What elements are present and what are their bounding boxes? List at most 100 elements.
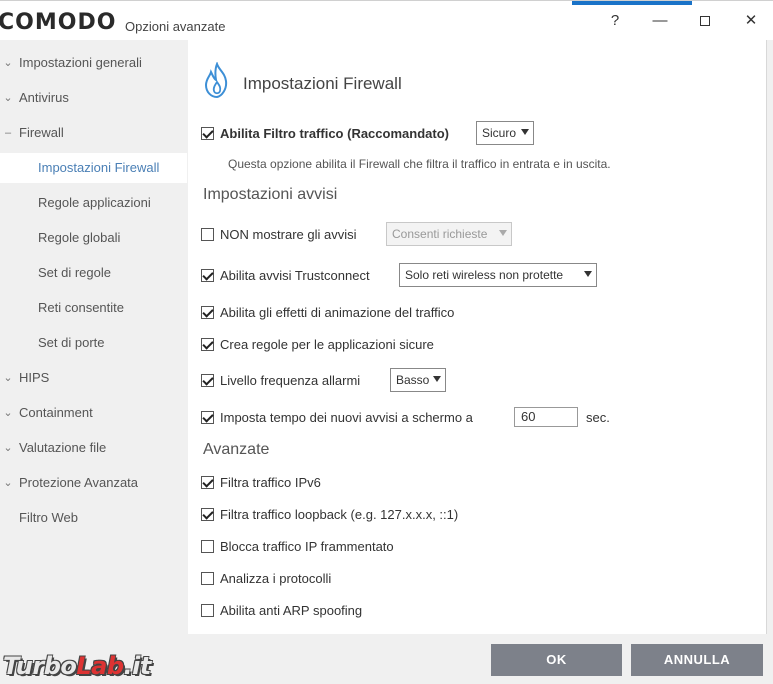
trustconnect-checkbox[interactable] xyxy=(201,268,214,282)
no-alerts-select: Consenti richieste xyxy=(386,222,512,246)
ipv6-checkbox[interactable] xyxy=(201,475,214,489)
fragmented-label: Blocca traffico IP frammentato xyxy=(220,538,394,554)
sidebar-item-valutazione-file[interactable]: ⌄ Valutazione file xyxy=(0,433,187,463)
watermark-text-a: Turbo xyxy=(3,652,77,680)
chevron-down-icon: ⌄ xyxy=(3,477,13,489)
cancel-button[interactable]: ANNULLA xyxy=(631,644,763,676)
no-alerts-row: NON mostrare gli avvisi xyxy=(201,223,357,245)
sidebar-item-label: Filtro Web xyxy=(19,510,78,525)
title-bar: COMODO Opzioni avanzate ? — ✕ xyxy=(0,0,773,40)
chevron-down-icon: ⌄ xyxy=(3,407,13,419)
alert-frequency-select[interactable]: Basso xyxy=(390,368,446,392)
chevron-down-icon: ⌄ xyxy=(3,57,13,69)
protocols-row: Analizza i protocolli xyxy=(201,567,331,589)
sidebar-item-firewall[interactable]: – Firewall xyxy=(0,118,187,148)
window-title: Opzioni avanzate xyxy=(125,19,226,34)
alert-timeout-row: Imposta tempo dei nuovi avvisi a schermo… xyxy=(201,406,473,428)
sidebar-item-regole-globali[interactable]: Regole globali xyxy=(0,223,187,253)
collapse-icon: – xyxy=(4,127,12,139)
arp-label: Abilita anti ARP spoofing xyxy=(220,602,363,618)
protocols-label: Analizza i protocolli xyxy=(220,570,332,586)
sidebar-item-label: Protezione Avanzata xyxy=(19,475,139,490)
chevron-down-icon xyxy=(499,230,507,236)
traffic-filter-row: Abilita Filtro traffico (Raccomandato) xyxy=(201,122,449,144)
sidebar-item-hips[interactable]: ⌄ HIPS xyxy=(0,363,187,393)
help-button[interactable]: ? xyxy=(600,9,630,33)
fragmented-row: Blocca traffico IP frammentato xyxy=(201,535,394,557)
ipv6-row: Filtra traffico IPv6 xyxy=(201,471,321,493)
protocols-checkbox[interactable] xyxy=(201,571,214,585)
alert-timeout-input[interactable]: 60 xyxy=(514,407,578,427)
select-value: Consenti richieste xyxy=(392,227,488,241)
section-title-alerts: Impostazioni avvisi xyxy=(203,186,338,203)
watermark-text-c: .it xyxy=(123,652,152,680)
arp-row: Abilita anti ARP spoofing xyxy=(201,599,362,621)
sidebar-item-impostazioni-firewall[interactable]: Impostazioni Firewall xyxy=(0,153,187,183)
traffic-filter-label: Abilita Filtro traffico (Raccomandato) xyxy=(220,125,449,141)
maximize-button[interactable] xyxy=(690,9,720,33)
chevron-down-icon xyxy=(521,129,529,135)
trustconnect-label: Abilita avvisi Trustconnect xyxy=(220,267,370,283)
maximize-icon xyxy=(700,16,710,27)
minimize-button[interactable]: — xyxy=(645,9,675,33)
sidebar-item-set-di-porte[interactable]: Set di porte xyxy=(0,328,187,358)
sidebar-item-reti-consentite[interactable]: Reti consentite xyxy=(0,293,187,323)
chevron-down-icon xyxy=(433,376,441,382)
sidebar-item-label: Containment xyxy=(19,405,93,420)
no-alerts-label: NON mostrare gli avvisi xyxy=(220,226,357,242)
loopback-row: Filtra traffico loopback (e.g. 127.x.x.x… xyxy=(201,503,458,525)
chevron-down-icon: ⌄ xyxy=(3,442,13,454)
traffic-filter-description: Questa opzione abilita il Firewall che f… xyxy=(228,157,611,171)
animation-row: Abilita gli effetti di animazione del tr… xyxy=(201,301,454,323)
select-value: Solo reti wireless non protette xyxy=(405,268,564,282)
close-button[interactable]: ✕ xyxy=(736,9,766,33)
select-value: Sicuro xyxy=(482,126,517,140)
sidebar-item-label: Firewall xyxy=(19,125,64,140)
traffic-filter-mode-select[interactable]: Sicuro xyxy=(476,121,534,145)
safe-rules-label: Crea regole per le applicazioni sicure xyxy=(220,336,434,352)
chevron-down-icon: ⌄ xyxy=(3,372,13,384)
animation-label: Abilita gli effetti di animazione del tr… xyxy=(220,304,455,320)
sidebar-item-containment[interactable]: ⌄ Containment xyxy=(0,398,187,428)
page-title: Impostazioni Firewall xyxy=(243,74,402,93)
safe-rules-checkbox[interactable] xyxy=(201,337,214,351)
sidebar-item-label: Set di regole xyxy=(38,265,111,280)
ipv6-label: Filtra traffico IPv6 xyxy=(220,474,321,490)
fragmented-checkbox[interactable] xyxy=(201,539,214,553)
chevron-down-icon xyxy=(584,271,592,277)
sidebar-item-label: Set di porte xyxy=(38,335,105,350)
ok-button[interactable]: OK xyxy=(491,644,622,676)
chevron-down-icon: ⌄ xyxy=(3,92,13,104)
alert-frequency-row: Livello frequenza allarmi xyxy=(201,369,360,391)
sidebar: ⌄ Impostazioni generali ⌄ Antivirus – Fi… xyxy=(0,40,187,634)
section-title-advanced: Avanzate xyxy=(203,441,270,458)
trustconnect-select[interactable]: Solo reti wireless non protette xyxy=(399,263,597,287)
animation-checkbox[interactable] xyxy=(201,305,214,319)
loopback-label: Filtra traffico loopback (e.g. 127.x.x.x… xyxy=(220,506,459,522)
traffic-filter-checkbox[interactable] xyxy=(201,126,214,140)
sidebar-item-regole-applicazioni[interactable]: Regole applicazioni xyxy=(0,188,187,218)
sidebar-item-antivirus[interactable]: ⌄ Antivirus xyxy=(0,83,187,113)
alert-timeout-unit: sec. xyxy=(586,410,610,425)
alert-timeout-label: Imposta tempo dei nuovi avvisi a schermo… xyxy=(220,409,473,425)
sidebar-item-impostazioni-generali[interactable]: ⌄ Impostazioni generali xyxy=(0,48,187,78)
arp-checkbox[interactable] xyxy=(201,603,214,617)
alert-timeout-checkbox[interactable] xyxy=(201,410,214,424)
safe-rules-row: Crea regole per le applicazioni sicure xyxy=(201,333,434,355)
trustconnect-row: Abilita avvisi Trustconnect xyxy=(201,264,370,286)
sidebar-item-label: Impostazioni generali xyxy=(19,55,142,70)
sidebar-item-label: Regole applicazioni xyxy=(38,195,151,210)
sidebar-item-protezione-avanzata[interactable]: ⌄ Protezione Avanzata xyxy=(0,468,187,498)
alert-frequency-label: Livello frequenza allarmi xyxy=(220,372,361,388)
title-accent-bar xyxy=(572,1,692,5)
sidebar-item-label: HIPS xyxy=(19,370,50,385)
sidebar-item-label: Regole globali xyxy=(38,230,121,245)
loopback-checkbox[interactable] xyxy=(201,507,214,521)
sidebar-item-filtro-web[interactable]: Filtro Web xyxy=(0,503,187,533)
no-alerts-checkbox[interactable] xyxy=(201,227,214,241)
sidebar-item-set-di-regole[interactable]: Set di regole xyxy=(0,258,187,288)
sidebar-item-label: Valutazione file xyxy=(19,440,107,455)
brand-logo: COMODO xyxy=(0,10,117,35)
sidebar-item-label: Antivirus xyxy=(19,90,69,105)
alert-frequency-checkbox[interactable] xyxy=(201,373,214,387)
